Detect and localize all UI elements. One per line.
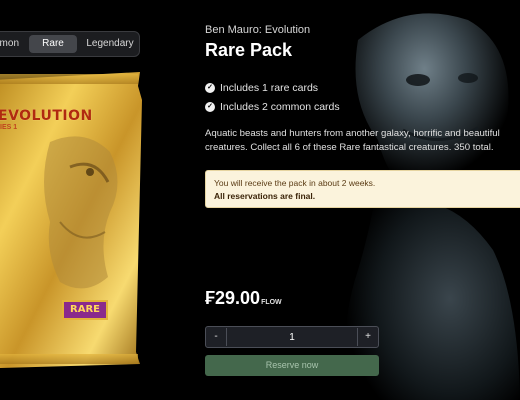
price: ₣29.00 FLOW bbox=[205, 288, 282, 309]
collection-name: Ben Mauro: Evolution bbox=[205, 24, 311, 36]
feature-text: Includes 2 common cards bbox=[220, 101, 340, 113]
pack-detail-page: mon Rare Legendary EVOLUTION IES 1 RARE … bbox=[0, 0, 520, 400]
decrement-button[interactable]: - bbox=[206, 328, 227, 346]
pack-image: EVOLUTION IES 1 RARE bbox=[0, 72, 144, 368]
tab-rare[interactable]: Rare bbox=[29, 35, 77, 53]
increment-button[interactable]: + bbox=[357, 328, 378, 346]
notice-delivery-text: You will receive the pack in about 2 wee… bbox=[214, 178, 376, 188]
tab-common[interactable]: mon bbox=[0, 35, 21, 53]
quantity-value[interactable]: 1 bbox=[227, 332, 357, 343]
pack-description: Aquatic beasts and hunters from another … bbox=[205, 128, 500, 153]
pack-art-subtitle: IES 1 bbox=[0, 124, 18, 131]
notice-final-text: All reservations are final. bbox=[214, 191, 316, 201]
pack-art-rarity-badge: RARE bbox=[62, 300, 108, 320]
quantity-stepper: - 1 + bbox=[205, 326, 379, 348]
price-currency: FLOW bbox=[261, 299, 282, 306]
rarity-tabs: mon Rare Legendary bbox=[0, 31, 140, 57]
pack-art-title: EVOLUTION bbox=[0, 108, 93, 124]
check-circle-icon: ✓ bbox=[205, 83, 215, 93]
reservation-notice: You will receive the pack in about 2 wee… bbox=[205, 170, 520, 208]
feature-item: ✓ Includes 2 common cards bbox=[205, 99, 340, 115]
pack-title: Rare Pack bbox=[205, 40, 293, 60]
feature-text: Includes 1 rare cards bbox=[220, 82, 319, 94]
feature-item: ✓ Includes 1 rare cards bbox=[205, 80, 340, 96]
tab-legendary[interactable]: Legendary bbox=[81, 35, 139, 53]
reserve-button[interactable]: Reserve now bbox=[205, 355, 379, 376]
check-circle-icon: ✓ bbox=[205, 102, 215, 112]
price-amount: ₣29.00 bbox=[205, 288, 261, 308]
feature-list: ✓ Includes 1 rare cards ✓ Includes 2 com… bbox=[205, 80, 340, 118]
